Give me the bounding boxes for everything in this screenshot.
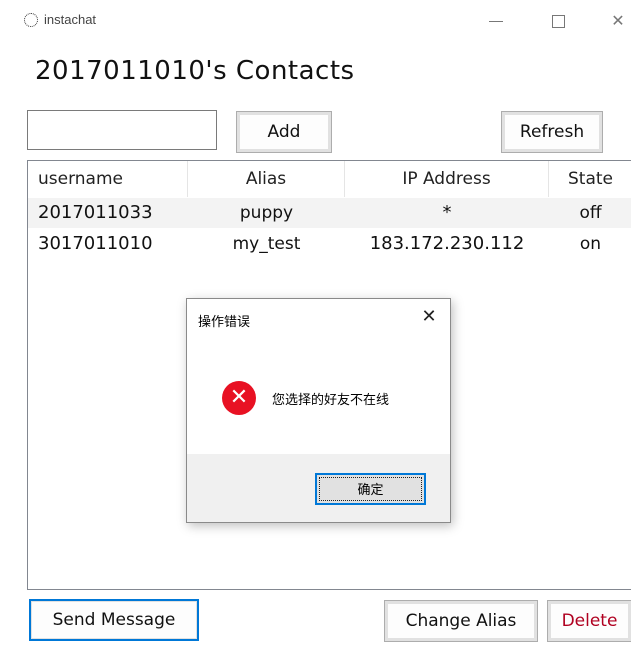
delete-button[interactable]: Delete xyxy=(547,600,631,642)
cell-alias: my_test xyxy=(232,234,301,254)
column-header-ip-address[interactable]: IP Address xyxy=(345,161,549,197)
error-icon: ✕ xyxy=(222,381,256,415)
close-button[interactable]: ✕ xyxy=(603,8,631,34)
dialog-close-button[interactable]: ✕ xyxy=(417,305,441,329)
ok-button-label: 确定 xyxy=(357,482,384,497)
error-dialog: 操作错误 ✕ ✕ 您选择的好友不在线 确定 xyxy=(186,298,451,523)
table-row[interactable]: 2017011033 puppy * off xyxy=(28,198,631,228)
cell-state: off xyxy=(579,203,602,223)
add-button-label: Add xyxy=(267,122,301,142)
cell-alias: puppy xyxy=(239,203,294,223)
change-alias-label: Change Alias xyxy=(405,611,517,631)
ok-button[interactable]: 确定 xyxy=(315,473,426,505)
minimize-icon xyxy=(489,21,503,22)
column-header-state[interactable]: State xyxy=(549,161,631,197)
refresh-button[interactable]: Refresh xyxy=(501,111,603,153)
send-message-button[interactable]: Send Message xyxy=(29,599,199,641)
dialog-body: ✕ 您选择的好友不在线 xyxy=(187,339,450,454)
page-title: 2017011010's Contacts xyxy=(35,56,355,86)
change-alias-button[interactable]: Change Alias xyxy=(384,600,538,642)
table-row[interactable]: 3017011010 my_test 183.172.230.112 on xyxy=(28,229,631,259)
title-bar: instachat ✕ xyxy=(0,0,631,44)
dialog-title: 操作错误 xyxy=(198,315,251,330)
minimize-button[interactable] xyxy=(481,8,511,34)
dialog-footer: 确定 xyxy=(187,454,450,522)
column-header-username[interactable]: username xyxy=(28,161,188,197)
send-message-label: Send Message xyxy=(52,610,176,630)
add-contact-input[interactable] xyxy=(27,110,217,150)
delete-label: Delete xyxy=(561,611,618,631)
add-button[interactable]: Add xyxy=(236,111,332,153)
cell-ip-address: * xyxy=(442,202,452,223)
refresh-button-label: Refresh xyxy=(519,122,585,142)
dialog-message: 您选择的好友不在线 xyxy=(272,393,390,408)
cell-username: 3017011010 xyxy=(38,233,153,254)
maximize-button[interactable] xyxy=(543,8,573,34)
maximize-icon xyxy=(552,15,565,28)
app-title: instachat xyxy=(44,12,97,27)
cell-ip-address: 183.172.230.112 xyxy=(369,233,525,254)
app-icon xyxy=(24,13,38,27)
cell-username: 2017011033 xyxy=(38,202,153,223)
close-icon: ✕ xyxy=(421,306,437,327)
column-header-alias[interactable]: Alias xyxy=(188,161,345,197)
list-header: username Alias IP Address State xyxy=(28,161,631,197)
close-icon: ✕ xyxy=(611,11,625,30)
cell-state: on xyxy=(579,234,602,254)
